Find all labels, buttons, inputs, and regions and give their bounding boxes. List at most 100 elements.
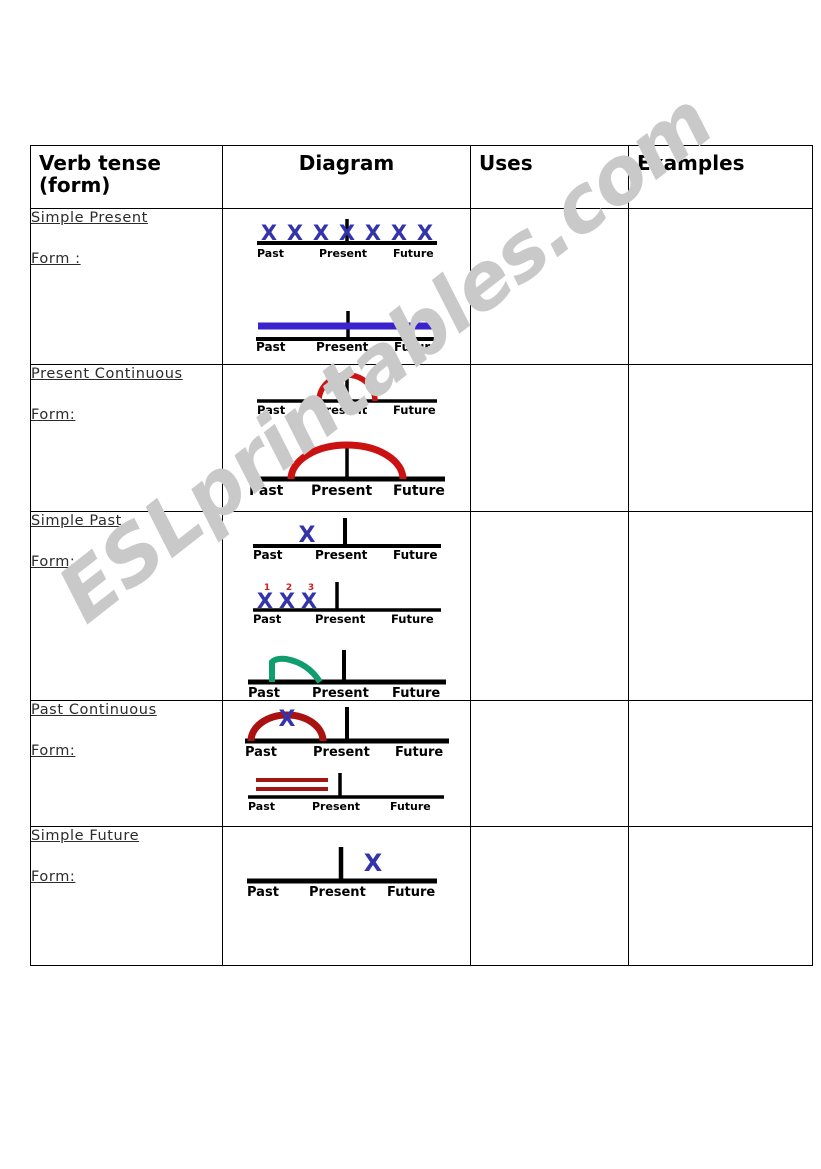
svg-text:Past: Past: [248, 800, 275, 813]
svg-text:Future: Future: [395, 745, 443, 759]
diagram-stack: X Past Present Future X X X 1 2 3 Past P…: [223, 512, 470, 700]
header-cell-diagram: Diagram: [222, 145, 471, 209]
diagram-present-continuous-narrow-arc: Past Present Future: [256, 372, 437, 417]
svg-text:2: 2: [285, 583, 291, 593]
diagram-stack: X Past Present Future Past Present Futur…: [223, 701, 470, 813]
examples-cell-past-continuous[interactable]: [628, 700, 813, 827]
form-label: Form:: [31, 554, 76, 570]
tense-name-label: Simple Past: [31, 513, 122, 529]
tense-name-label: Simple Future: [31, 828, 140, 844]
tense-name-label: Past Continuous: [31, 702, 157, 718]
header-cell-tense: Verb tense (form): [30, 145, 223, 209]
axis-labels: Past Present Future: [257, 247, 434, 260]
form-label: Form:: [31, 869, 76, 885]
form-label: Form:: [31, 743, 76, 759]
svg-text:Present: Present: [312, 800, 360, 813]
svg-text:Present: Present: [313, 745, 370, 759]
svg-text:Past: Past: [256, 340, 286, 353]
table-row: Past Continuous Form: X Past Present Fut…: [30, 700, 813, 827]
svg-text:X: X: [338, 221, 354, 245]
svg-text:X: X: [312, 221, 328, 245]
axis-labels: Past Present Future: [253, 612, 434, 626]
svg-text:Future: Future: [393, 483, 445, 499]
arc-green: [268, 655, 323, 684]
diagram-stack: X Past Present Future: [223, 827, 470, 899]
header-label-tense-line1: Verb tense: [39, 151, 161, 175]
examples-cell-simple-past[interactable]: [628, 511, 813, 701]
header-cell-examples: Examples: [628, 145, 813, 209]
examples-cell-simple-future[interactable]: [628, 826, 813, 966]
diagram-past-continuous-double-line: Past Present Future: [247, 773, 444, 813]
svg-text:Present: Present: [315, 612, 366, 626]
header-cell-uses: Uses: [470, 145, 629, 209]
diagram-simple-past-numbered-x: X X X 1 2 3 Past Present Future: [252, 582, 441, 626]
table-row: Simple Past Form: X Past Present Future: [30, 511, 813, 701]
mark-x: X: [278, 707, 295, 732]
svg-text:Future: Future: [392, 686, 440, 700]
diagram-stack: X X X X X X X Past Present Future Past P…: [223, 209, 470, 353]
axis-labels: Past Present Future: [257, 403, 436, 417]
table-row: Present Continuous Form: Past Present Fu…: [30, 364, 813, 512]
tense-cell-present-continuous: Present Continuous Form:: [30, 364, 223, 512]
examples-cell-simple-present[interactable]: [628, 208, 813, 365]
diagram-cell-simple-future: X Past Present Future: [222, 826, 471, 966]
table-row: Simple Future Form: X Past Present Futur…: [30, 826, 813, 966]
svg-text:X: X: [260, 221, 276, 245]
svg-text:Future: Future: [393, 403, 436, 417]
diagram-simple-present-repeated-x: X X X X X X X Past Present Future: [256, 219, 437, 260]
form-label: Form:: [31, 407, 76, 423]
svg-text:Present: Present: [311, 483, 372, 499]
diagram-simple-past-single-x: X Past Present Future: [252, 518, 441, 562]
form-label: Form :: [31, 251, 81, 267]
svg-text:Future: Future: [394, 340, 438, 353]
svg-text:X: X: [364, 221, 380, 245]
tense-cell-simple-future: Simple Future Form:: [30, 826, 223, 966]
svg-text:Present: Present: [316, 340, 369, 353]
svg-text:Past: Past: [253, 548, 283, 562]
axis-labels: Past Present Future: [245, 745, 443, 759]
svg-text:Past: Past: [257, 403, 286, 417]
svg-text:Past: Past: [247, 885, 279, 899]
axis-labels: Past Present Future: [256, 340, 438, 353]
diagram-cell-simple-past: X Past Present Future X X X 1 2 3 Past P…: [222, 511, 471, 701]
svg-text:3: 3: [307, 583, 313, 593]
svg-text:Present: Present: [317, 403, 368, 417]
diagram-cell-present-continuous: Past Present Future Past Present Future: [222, 364, 471, 512]
tense-name-label: Present Continuous: [31, 366, 183, 382]
svg-text:Present: Present: [309, 885, 366, 899]
svg-text:X: X: [416, 221, 432, 245]
header-label-diagram: Diagram: [298, 151, 395, 175]
tense-cell-simple-past: Simple Past Form:: [30, 511, 223, 701]
table-row: Simple Present Form : X X X X X X X Past…: [30, 208, 813, 365]
tense-cell-simple-present: Simple Present Form :: [30, 208, 223, 365]
mark-x: X: [298, 523, 315, 548]
tense-name-label: Simple Present: [31, 210, 148, 226]
svg-text:Past: Past: [249, 483, 284, 499]
svg-text:Future: Future: [387, 885, 435, 899]
svg-text:Past: Past: [257, 247, 284, 260]
examples-cell-present-continuous[interactable]: [628, 364, 813, 512]
svg-text:Past: Past: [245, 745, 277, 759]
uses-cell-simple-present[interactable]: [470, 208, 629, 365]
svg-text:X: X: [390, 221, 406, 245]
uses-cell-past-continuous[interactable]: [470, 700, 629, 827]
svg-text:Future: Future: [391, 612, 434, 626]
verb-tense-table: Verb tense (form) Diagram Uses Examples …: [30, 145, 813, 966]
uses-cell-simple-past[interactable]: [470, 511, 629, 701]
svg-text:Future: Future: [390, 800, 431, 813]
svg-text:Future: Future: [393, 247, 434, 260]
tense-cell-past-continuous: Past Continuous Form:: [30, 700, 223, 827]
table-header-row: Verb tense (form) Diagram Uses Examples: [30, 145, 813, 209]
uses-cell-simple-future[interactable]: [470, 826, 629, 966]
axis-labels: Past Present Future: [249, 483, 445, 499]
svg-text:Present: Present: [312, 686, 369, 700]
header-label-tense-line2: (form): [39, 173, 111, 198]
uses-cell-present-continuous[interactable]: [470, 364, 629, 512]
diagram-cell-past-continuous: X Past Present Future Past Present Futur…: [222, 700, 471, 827]
diagram-simple-future-x: X Past Present Future: [246, 847, 437, 899]
diagram-simple-present-span-line: Past Present Future: [255, 311, 440, 353]
axis-labels: Past Present Future: [247, 885, 435, 899]
diagram-stack: Past Present Future Past Present Future: [223, 365, 470, 499]
header-label-examples: Examples: [637, 151, 745, 175]
svg-text:Past: Past: [253, 612, 282, 626]
